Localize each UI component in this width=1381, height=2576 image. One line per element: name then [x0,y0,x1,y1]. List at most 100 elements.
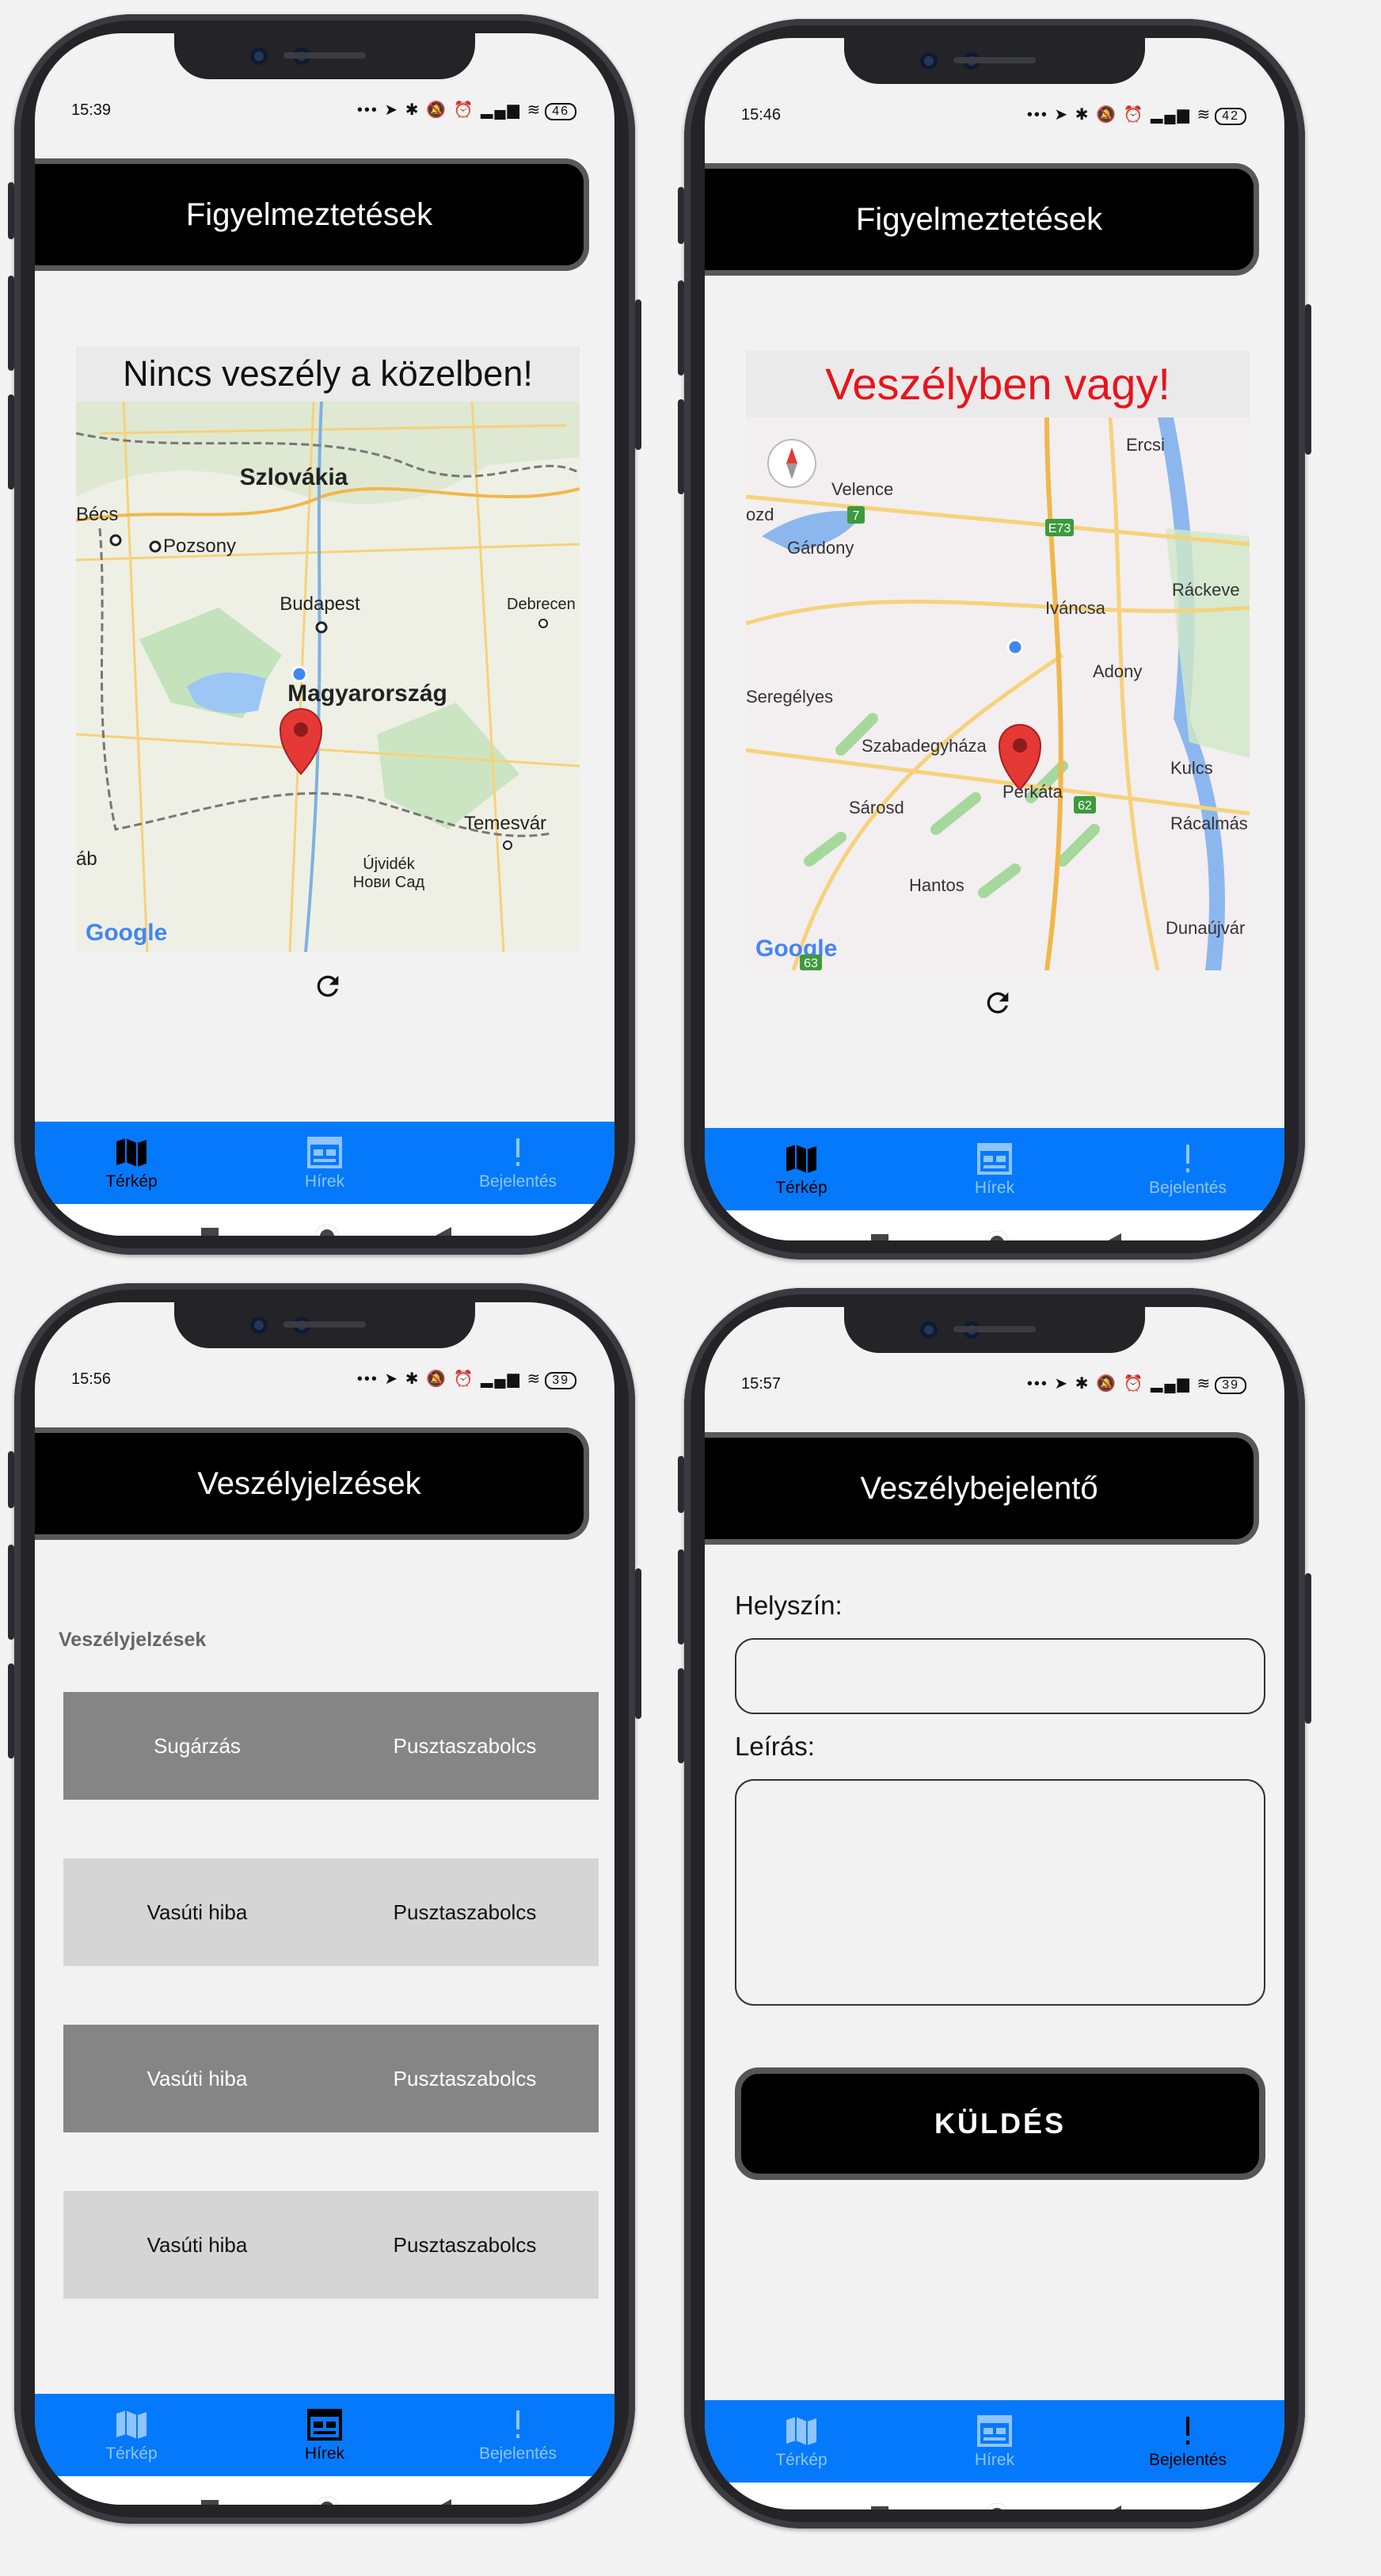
road-sign: 62 [1078,799,1092,813]
map-view[interactable]: Szlovákia Bécs Pozsony Budapest Debrecen… [76,402,580,952]
list-item[interactable]: Vasúti hiba Pusztaszabolcs [63,2025,599,2132]
tab-news-label: Hírek [974,2451,1015,2469]
tab-map-label: Térkép [105,2445,158,2463]
bottom-nav: Térkép Hírek Bejelentés [705,2400,1284,2483]
recents-icon[interactable] [871,1234,888,1240]
back-icon[interactable] [1104,2506,1121,2509]
page-title: Veszélybejelentő [705,1432,1259,1545]
screen-report-form: 15:57 ••• ➤ ✱ 🔕 ⏰ ▂▄▆ ≋ 39 Veszélybejelen… [705,1307,1284,2509]
map-label: Iváncsa [1045,598,1106,618]
status-time: 15:46 [741,106,782,124]
tab-news[interactable]: Hírek [245,2394,404,2464]
tab-map-label: Térkép [775,2451,827,2469]
google-logo: Google [86,920,167,946]
back-icon[interactable] [434,1227,451,1236]
home-icon[interactable] [985,1231,1009,1240]
recents-icon[interactable] [871,2506,888,2509]
description-field[interactable] [735,1779,1265,2006]
tab-news-label: Hírek [974,1179,1015,1197]
notch [174,1302,475,1348]
tab-report[interactable]: Bejelentés [1109,2400,1267,2470]
bottom-nav: Térkép Hírek Bejelentés [705,1128,1284,1210]
tab-map-label: Térkép [105,1172,158,1191]
map-label: ozd [746,505,774,524]
danger-message: Veszélyben vagy! [825,359,1170,409]
battery-icon: 39 [1215,1377,1246,1394]
map-label: Hantos [909,875,964,895]
tab-news[interactable]: Hírek [915,2400,1074,2470]
list-title: Veszélyjelzések [59,1629,207,1651]
tab-report-label: Bejelentés [478,2445,557,2463]
tab-report[interactable]: Bejelentés [439,2394,597,2464]
road-sign: 7 [853,509,860,523]
status-icons: ••• ➤ ✱ 🔕 ⏰ ▂▄▆ ≋ 42 [1027,105,1246,125]
list-item[interactable]: Sugárzás Pusztaszabolcs [63,1692,599,1800]
map-label: Нови Сад [353,874,425,891]
map-icon [116,2410,146,2439]
tab-report[interactable]: Bejelentés [439,1122,597,1191]
road-sign: 63 [804,957,818,970]
map-label: Szabadegyháza [862,736,987,756]
tab-map[interactable]: Térkép [52,2394,211,2464]
notch [174,33,475,79]
exclamation-icon [1186,1145,1189,1172]
map-label: Velence [831,479,893,499]
phone-frame-3: 15:56 ••• ➤ ✱ 🔕 ⏰ ▂▄▆ ≋ 39 Veszélyjelzése… [8,1283,641,2524]
map-label: Kulcs [1170,758,1213,778]
map-card: Nincs veszély a közelben! Szlovákia Bécs… [76,346,580,952]
phone-frame-2: 15:46 ••• ➤ ✱ 🔕 ⏰ ▂▄▆ ≋ 42 Figyelmeztetés… [678,19,1311,1259]
map-label: Ercsi [1126,435,1165,455]
bottom-nav: Térkép Hírek Bejelentés [35,2394,614,2476]
send-button[interactable]: KÜLDÉS [735,2067,1265,2180]
home-icon[interactable] [985,2503,1009,2509]
page-title: Figyelmeztetések [705,163,1259,276]
alert-type: Vasúti hiba [146,2232,248,2257]
home-icon[interactable] [315,1225,339,1236]
tab-news-label: Hírek [304,2445,345,2463]
status-time: 15:56 [71,1370,112,1388]
home-icon[interactable] [315,2497,339,2505]
recents-icon[interactable] [201,1228,219,1236]
tab-map[interactable]: Térkép [722,1128,881,1198]
refresh-icon[interactable] [982,987,1014,1019]
tab-report[interactable]: Bejelentés [1109,1128,1267,1198]
status-bar: 15:57 ••• ➤ ✱ 🔕 ⏰ ▂▄▆ ≋ 39 [705,1369,1284,1400]
list-item[interactable]: Vasúti hiba Pusztaszabolcs [63,1858,599,1966]
exclamation-icon [516,2410,519,2438]
alert-type: Vasúti hiba [146,2066,248,2090]
map-card: Veszélyben vagy! Ercsi Velence ozd Gárdo… [746,351,1250,970]
refresh-icon[interactable] [312,970,344,1002]
tab-news[interactable]: Hírek [245,1122,404,1191]
battery-icon: 39 [545,1372,576,1389]
location-field[interactable] [735,1638,1265,1714]
page-title: Veszélyjelzések [35,1427,589,1540]
status-time: 15:39 [71,101,112,119]
back-icon[interactable] [434,2499,451,2505]
map-label: Rácalmás [1170,814,1248,833]
map-view[interactable]: Ercsi Velence ozd Gárdony Ráckeve Iváncs… [746,417,1250,970]
status-icons: ••• ➤ ✱ 🔕 ⏰ ▂▄▆ ≋ 39 [1027,1374,1246,1394]
description-label: Leírás: [735,1732,815,1761]
alert-place: Pusztaszabolcs [393,2066,537,2090]
tab-map[interactable]: Térkép [722,2400,881,2470]
alert-place: Pusztaszabolcs [393,1900,537,1924]
phone-frame-4: 15:57 ••• ➤ ✱ 🔕 ⏰ ▂▄▆ ≋ 39 Veszélybejelen… [678,1288,1311,2528]
news-icon [977,2415,1012,2447]
back-icon[interactable] [1104,1233,1121,1240]
tab-map[interactable]: Térkép [52,1122,211,1191]
status-bar: 15:46 ••• ➤ ✱ 🔕 ⏰ ▂▄▆ ≋ 42 [705,100,1284,131]
battery-icon: 46 [545,103,576,120]
tab-news[interactable]: Hírek [915,1128,1074,1198]
exclamation-icon [516,1138,519,1166]
news-icon [307,1137,342,1168]
news-icon [307,2409,342,2441]
google-logo: Google [755,936,837,962]
list-item[interactable]: Vasúti hiba Pusztaszabolcs [63,2191,599,2299]
status-time: 15:57 [741,1375,782,1393]
recents-icon[interactable] [201,2500,219,2505]
phone-frame-1: 15:39 ••• ➤ ✱ 🔕 ⏰ ▂▄▆ ≋ 46 Figyelmeztetés… [8,14,641,1255]
compass-icon[interactable] [767,439,816,488]
map-label: áb [76,848,97,870]
map-label: Ráckeve [1172,580,1240,600]
map-icon [786,1145,816,1173]
